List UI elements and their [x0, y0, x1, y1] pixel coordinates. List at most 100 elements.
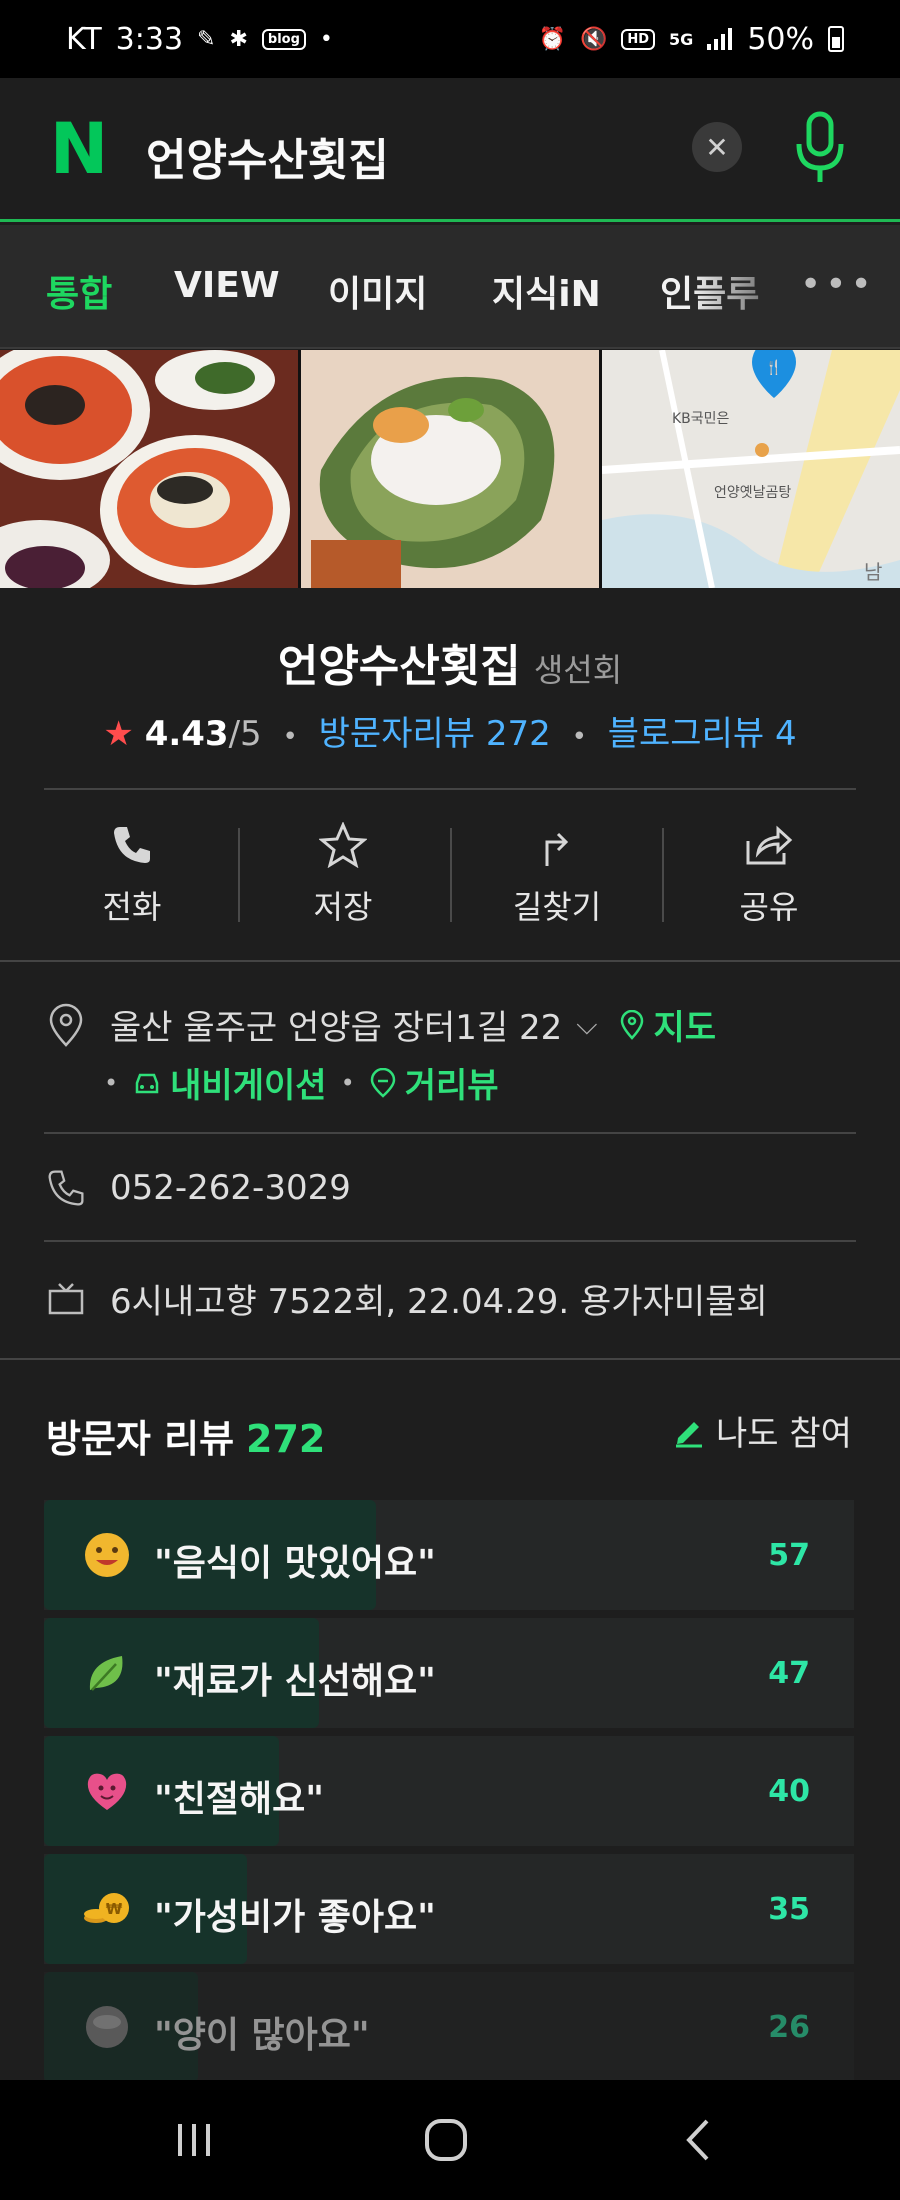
separator-dot: • — [104, 1068, 119, 1097]
more-tabs-button[interactable]: ••• — [800, 264, 876, 305]
hd-icon: HD — [621, 28, 656, 50]
rating-line: ★ 4.43/5 • 방문자리뷰 272 • 블로그리뷰 4 — [0, 706, 900, 755]
review-keyword-row[interactable]: "재료가 신선해요" 47 — [44, 1618, 854, 1728]
tab-knowledge-in[interactable]: 지식iN — [492, 265, 601, 317]
status-bar: KT 3:33 ✎ ✱ blog • ⏰ 🔇 HD 5G 50% — [0, 0, 900, 78]
address-text[interactable]: 울산 울주군 언양읍 장터1길 22 — [110, 1000, 562, 1049]
place-title: 언양수산횟집 생선회 — [0, 630, 900, 694]
section-divider — [0, 1358, 900, 1360]
location-pin-icon — [621, 1009, 644, 1040]
recent-apps-icon — [178, 2124, 210, 2156]
heart-face-icon — [82, 1766, 132, 1816]
visitor-reviews-link[interactable]: 방문자리뷰 272 — [319, 714, 551, 754]
location-map-thumbnail[interactable]: 🍴 KB국민은 언양옛날곰탕 남부 — [602, 350, 900, 588]
street-view-icon — [370, 1067, 395, 1098]
section-divider — [0, 960, 900, 962]
phone-number[interactable]: 052-262-3029 — [110, 1168, 351, 1208]
status-left: KT 3:33 ✎ ✱ blog • — [66, 22, 333, 57]
food-photo-soup[interactable] — [0, 350, 298, 588]
review-keyword-count: 40 — [768, 1774, 810, 1809]
review-keyword-row[interactable]: "친절해요" 40 — [44, 1736, 854, 1846]
search-input[interactable]: 언양수산횟집 — [146, 124, 389, 188]
close-icon: ✕ — [705, 130, 729, 164]
mute-icon: 🔇 — [579, 26, 608, 52]
svg-text:🍴: 🍴 — [765, 359, 782, 376]
carrier-label: KT — [66, 21, 102, 57]
tab-integrated[interactable]: 통합 — [46, 265, 112, 317]
street-view-link[interactable]: 거리뷰 — [369, 1058, 499, 1107]
review-keyword-row[interactable]: ₩ "가성비가 좋아요" 35 — [44, 1854, 854, 1964]
divider — [44, 788, 856, 790]
divider — [662, 828, 664, 922]
tab-images[interactable]: 이미지 — [328, 265, 427, 317]
search-header: N 언양수산횟집 ✕ — [0, 78, 900, 222]
place-name[interactable]: 언양수산횟집 — [278, 641, 521, 692]
coins-icon: ₩ — [82, 1884, 132, 1934]
tv-icon — [48, 1282, 84, 1314]
review-keyword-text: "재료가 신선해요" — [154, 1661, 436, 1702]
join-review-button[interactable]: 나도 참여 — [672, 1406, 852, 1455]
food-photo-wrap[interactable] — [301, 350, 599, 588]
tabs-fade — [690, 225, 810, 347]
review-keyword-count: 57 — [768, 1538, 810, 1573]
directions-label: 길찾기 — [512, 888, 602, 926]
blog-reviews-link[interactable]: 블로그리뷰 4 — [608, 714, 797, 754]
review-keyword-count: 47 — [768, 1656, 810, 1691]
share-button[interactable]: 공유 — [694, 820, 844, 928]
review-keyword-count: 26 — [768, 2010, 810, 2045]
phone-icon — [48, 1170, 84, 1206]
car-icon — [135, 1073, 159, 1093]
pencil-icon — [676, 1421, 702, 1447]
recent-apps-button[interactable] — [164, 2110, 224, 2170]
share-icon — [746, 825, 793, 865]
call-label: 전화 — [102, 888, 162, 926]
review-keyword-text: "가성비가 좋아요" — [154, 1897, 436, 1938]
map-label-store: 언양옛날곰탕 — [714, 485, 792, 501]
battery-percent: 50% — [747, 21, 814, 57]
join-review-label: 나도 참여 — [716, 1414, 852, 1454]
call-button[interactable]: 전화 — [57, 820, 207, 928]
tv-appearance-text: 6시내고향 7522회, 22.04.29. 용가자미물회 — [110, 1282, 768, 1322]
bowl-icon — [82, 2002, 132, 2052]
map-link[interactable]: 지도 — [619, 1000, 716, 1049]
save-button[interactable]: 저장 — [268, 820, 418, 928]
save-label: 저장 — [313, 888, 373, 926]
directions-button[interactable]: 길찾기 — [482, 820, 632, 928]
directions-icon — [545, 832, 569, 866]
location-pin-icon — [49, 1003, 83, 1047]
home-button[interactable] — [416, 2110, 476, 2170]
rating-max: /5 — [228, 714, 262, 754]
blog-notification-badge: blog — [261, 28, 306, 50]
clear-search-button[interactable]: ✕ — [692, 122, 742, 172]
navigation-link[interactable]: 내비게이션 — [132, 1058, 327, 1107]
status-right: ⏰ 🔇 HD 5G 50% — [539, 22, 844, 57]
yummy-face-icon — [82, 1530, 132, 1580]
naver-logo[interactable]: N — [48, 114, 110, 184]
review-keyword-text: "양이 많아요" — [154, 2015, 370, 2056]
phone-row[interactable]: 052-262-3029 — [44, 1166, 864, 1210]
tv-row: 6시내고향 7522회, 22.04.29. 용가자미물회 — [44, 1274, 864, 1323]
voice-search-button[interactable] — [790, 108, 850, 188]
tab-view[interactable]: VIEW — [174, 265, 280, 306]
leaf-icon — [82, 1648, 132, 1698]
mic-icon — [796, 111, 844, 182]
search-tabs: 통합 VIEW 이미지 지식iN 인플루 — [0, 225, 900, 349]
divider — [238, 828, 240, 922]
review-keyword-row[interactable]: "음식이 맛있어요" 57 — [44, 1500, 854, 1610]
map-link-label: 지도 — [653, 1008, 717, 1048]
chevron-down-icon[interactable]: ⌵ — [576, 1008, 597, 1042]
clock-time: 3:33 — [115, 21, 184, 57]
back-button[interactable] — [668, 2110, 728, 2170]
notification-puzzle-icon: ✱ — [229, 26, 248, 52]
separator-dot: • — [340, 1068, 355, 1097]
dot-icon: • — [319, 26, 333, 52]
review-keyword-text: "음식이 맛있어요" — [154, 1543, 436, 1584]
back-icon — [686, 2119, 709, 2161]
rating-value: 4.43 — [144, 714, 229, 754]
review-keyword-row[interactable]: "양이 많아요" 26 — [44, 1972, 854, 2082]
review-keyword-count: 35 — [768, 1892, 810, 1927]
network-type-icon: 5G — [669, 29, 694, 49]
navigation-link-label: 내비게이션 — [170, 1066, 327, 1106]
visitor-reviews-heading: 방문자 리뷰 272 — [46, 1408, 325, 1463]
divider — [44, 1132, 856, 1134]
